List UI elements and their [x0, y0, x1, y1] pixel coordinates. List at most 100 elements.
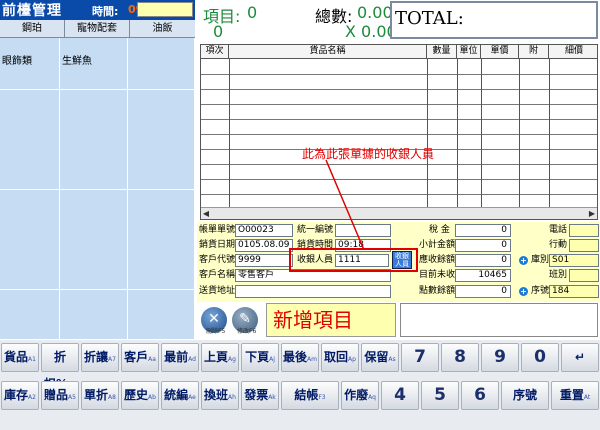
key-shortcut: A7	[108, 356, 116, 363]
key-shortcut: A2	[28, 394, 36, 401]
scroll-left-icon[interactable]: ◀	[201, 208, 211, 219]
total-label: TOTAL:	[395, 8, 464, 29]
key-2-14[interactable]: 重置At	[551, 381, 599, 410]
mobile-label: 行動	[549, 240, 568, 250]
grid-item-10[interactable]	[0, 290, 60, 340]
grid-item-8[interactable]	[60, 190, 128, 290]
key-label: 9	[494, 347, 506, 367]
key-2-6[interactable]: 換班Ah	[201, 381, 239, 410]
grid-item-5[interactable]	[60, 90, 128, 190]
grid-item-12[interactable]	[128, 290, 195, 340]
key-label: 0	[534, 347, 546, 367]
key-2-3[interactable]: 單折A8	[81, 381, 119, 410]
tax-id-field[interactable]	[335, 224, 391, 237]
grid-item-2[interactable]: 生鮮魚	[60, 38, 128, 90]
col-header-attach: 附	[519, 45, 549, 59]
key-shortcut: A1	[28, 356, 36, 363]
key-2-2[interactable]: 贈品A5	[41, 381, 79, 410]
phone-field[interactable]	[569, 224, 599, 237]
items-table[interactable]: 項次 貨品名稱 數量 單位 單價 附 細價 ◀ ▶	[200, 44, 598, 220]
key-label: 6	[474, 385, 486, 405]
key-2-1[interactable]: 庫存A2	[1, 381, 39, 410]
grid-item-4[interactable]	[0, 90, 60, 190]
key-shortcut: Ap	[348, 356, 356, 363]
delete-label: 刪除F5	[206, 328, 226, 335]
shift-label: 班別	[549, 270, 568, 280]
key-1-13[interactable]: 9	[481, 343, 519, 372]
grid-item-1[interactable]: 眼飾類	[0, 38, 60, 90]
time-label: 時間:	[92, 5, 119, 18]
key-1-1[interactable]: 貨品A1	[1, 343, 39, 372]
key-2-8[interactable]: 結帳F3	[281, 381, 339, 410]
key-1-14[interactable]: 0	[521, 343, 559, 372]
key-1-9[interactable]: 取回Ap	[321, 343, 359, 372]
key-2-11[interactable]: 5	[421, 381, 459, 410]
key-2-13[interactable]: 序號	[501, 381, 549, 410]
items-table-header: 項次 貨品名稱 數量 單位 單價 附 細價	[201, 45, 597, 59]
key-1-12[interactable]: 8	[441, 343, 479, 372]
customer-name-label: 客戶名稱	[199, 270, 236, 280]
key-1-3[interactable]: 折讓A7	[81, 343, 119, 372]
total-display: TOTAL:	[390, 1, 598, 39]
key-label: 最後	[283, 350, 308, 364]
ar-field[interactable]: 10465	[455, 269, 511, 282]
grid-item-7[interactable]	[0, 190, 60, 290]
bill-no-field[interactable]: O00023	[235, 224, 293, 237]
key-2-4[interactable]: 歷史Ab	[121, 381, 159, 410]
key-1-4[interactable]: 客戶Aa	[121, 343, 159, 372]
sale-date-field[interactable]: 0105.08.09	[235, 239, 293, 252]
key-1-10[interactable]: 保留As	[361, 343, 399, 372]
delivery-field[interactable]	[235, 285, 391, 298]
key-1-5[interactable]: 最前Ad	[161, 343, 199, 372]
key-shortcut: Aj	[269, 356, 275, 363]
grid-item-6[interactable]	[128, 90, 195, 190]
tab-category-1[interactable]: 鋼珀	[0, 20, 65, 38]
warehouse-field[interactable]: S01	[549, 254, 599, 267]
balance-label: 應收餘額	[419, 255, 456, 265]
key-label: 折讓	[84, 350, 109, 364]
new-item-display: 新增項目	[266, 303, 396, 337]
grid-item-11[interactable]	[60, 290, 128, 340]
tax-field[interactable]: 0	[455, 224, 511, 237]
key-2-7[interactable]: 發票Ak	[241, 381, 279, 410]
customer-code-label: 客戶代號	[199, 255, 236, 265]
key-label: 8	[454, 347, 466, 367]
seq-label: 序號	[531, 286, 550, 296]
time-extra-field[interactable]	[137, 2, 193, 17]
key-shortcut: Ad	[188, 356, 196, 363]
key-1-7[interactable]: 下頁Aj	[241, 343, 279, 372]
col-header-qty: 數量	[427, 45, 457, 59]
items-value: 0	[247, 3, 258, 22]
key-2-5[interactable]: 統編Ae	[161, 381, 199, 410]
balance-field[interactable]: 0	[455, 254, 511, 267]
grid-item-9[interactable]	[128, 190, 195, 290]
customer-code-field[interactable]: 9999	[235, 254, 293, 267]
seq-add-icon[interactable]: +	[519, 287, 528, 296]
subtotal-field[interactable]: 0	[455, 239, 511, 252]
key-1-11[interactable]: 7	[401, 343, 439, 372]
grid-item-3[interactable]	[128, 38, 195, 90]
scroll-right-icon[interactable]: ▶	[587, 208, 597, 219]
points-field[interactable]: 0	[455, 285, 511, 298]
shift-field[interactable]	[569, 269, 599, 282]
key-label: 保留	[364, 350, 389, 364]
key-2-12[interactable]: 6	[461, 381, 499, 410]
key-1-6[interactable]: 上頁Ag	[201, 343, 239, 372]
key-label: 作廢	[344, 388, 369, 402]
horizontal-scrollbar[interactable]: ◀ ▶	[201, 207, 597, 219]
key-shortcut: Aa	[148, 356, 156, 363]
key-1-2[interactable]: 折扣%A4	[41, 343, 79, 391]
key-2-10[interactable]: 4	[381, 381, 419, 410]
key-label: 5	[434, 385, 446, 405]
key-1-8[interactable]: 最後Am	[281, 343, 319, 372]
key-shortcut: Ag	[228, 356, 236, 363]
tab-category-2[interactable]: 寵物配套	[65, 20, 130, 38]
col-header-detail: 細價	[564, 46, 583, 56]
key-1-15[interactable]: ↵	[561, 343, 599, 372]
tab-category-3[interactable]: 油飯	[130, 20, 195, 38]
left-title-bar: 前檯管理 時間: 09:18	[0, 0, 195, 20]
warehouse-add-icon[interactable]: +	[519, 256, 528, 265]
seq-field[interactable]: 184	[549, 285, 599, 298]
mobile-field[interactable]	[569, 239, 599, 252]
key-2-9[interactable]: 作廢Aq	[341, 381, 379, 410]
